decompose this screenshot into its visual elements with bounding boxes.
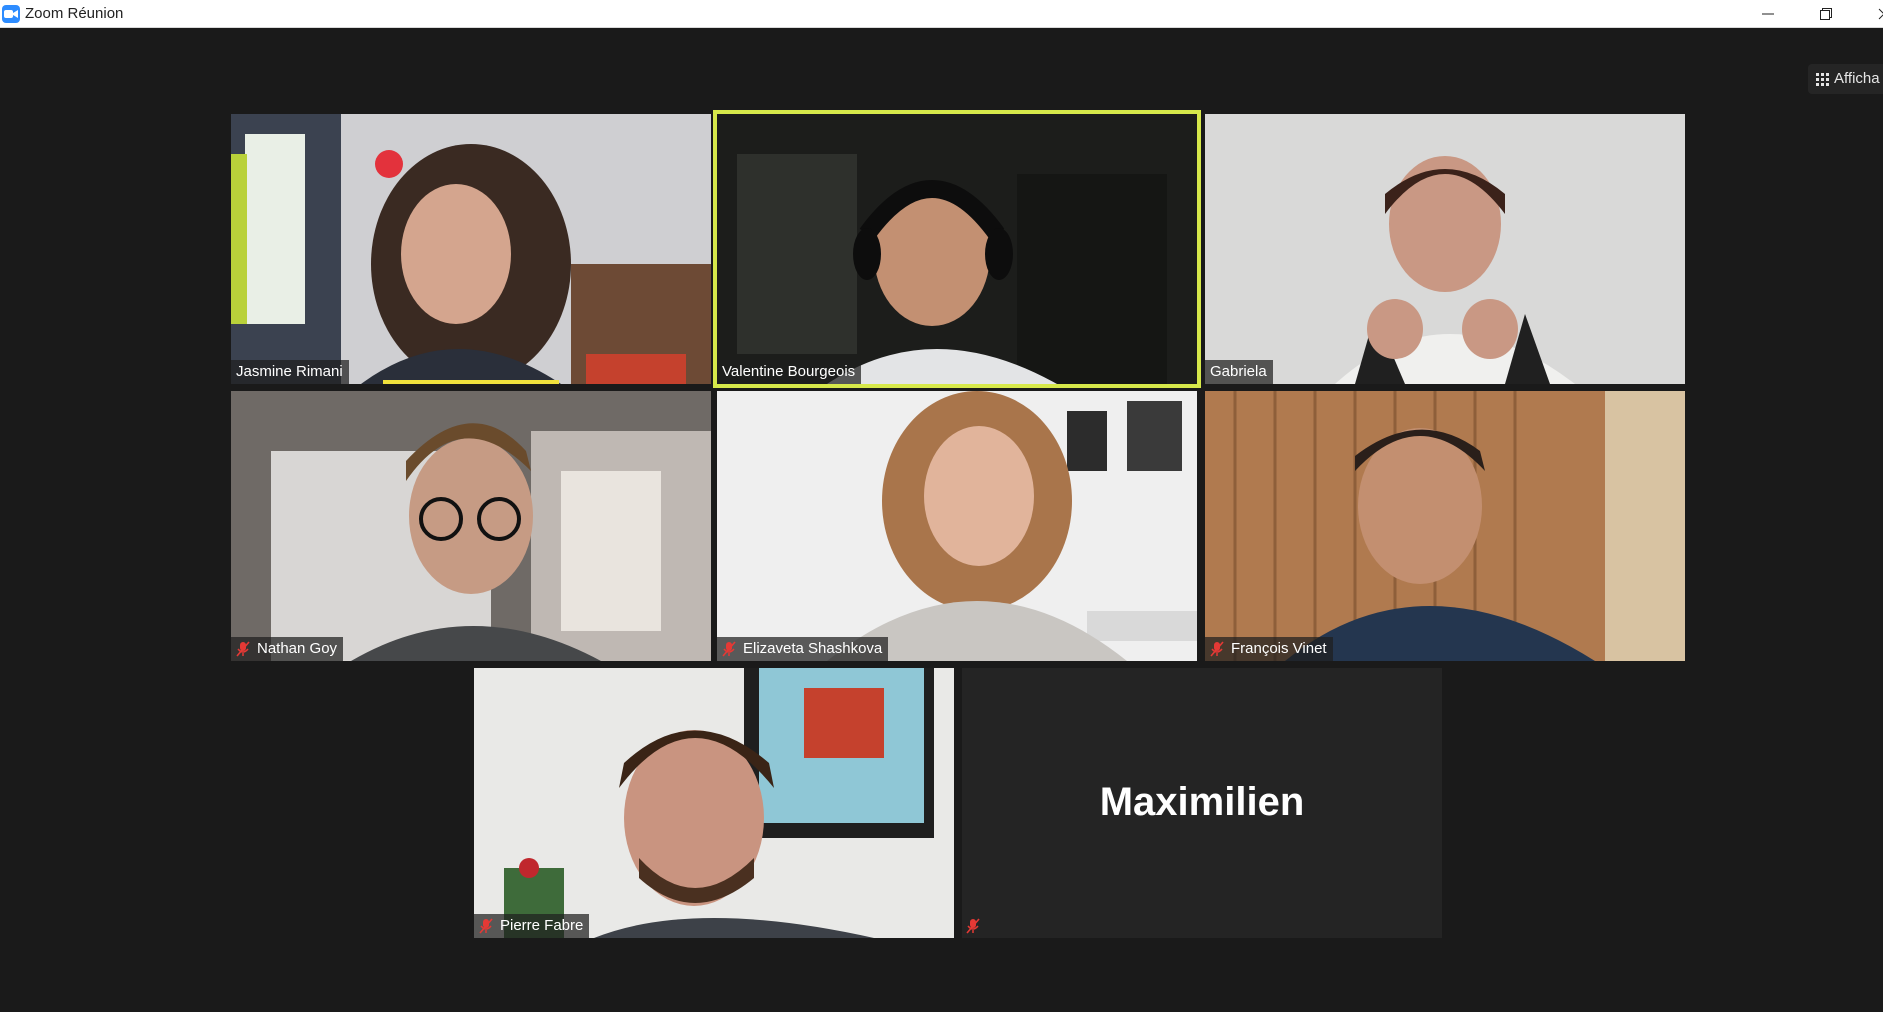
view-mode-label: Afficha bbox=[1834, 70, 1880, 87]
participant-name: Pierre Fabre bbox=[500, 917, 584, 934]
restore-button[interactable] bbox=[1803, 0, 1849, 28]
video-feed bbox=[231, 391, 711, 661]
video-gallery: Afficha Jasmine Rimani Valentine Bourgeo… bbox=[0, 28, 1883, 1012]
participant-name-label: Pierre Fabre bbox=[474, 914, 590, 938]
participant-tile-jasmine[interactable]: Jasmine Rimani bbox=[231, 114, 711, 384]
view-mode-button[interactable]: Afficha bbox=[1808, 64, 1883, 94]
video-feed bbox=[717, 391, 1197, 661]
participant-name-label: François Vinet bbox=[1205, 637, 1333, 661]
participant-tile-maximilien[interactable]: Maximilien bbox=[962, 668, 1442, 938]
participant-name: Gabriela bbox=[1210, 363, 1267, 380]
close-icon bbox=[1878, 8, 1883, 20]
participant-name-label: Jasmine Rimani bbox=[231, 360, 349, 384]
video-feed bbox=[717, 114, 1197, 384]
participant-tile-gabriela[interactable]: Gabriela bbox=[1205, 114, 1685, 384]
participant-name: François Vinet bbox=[1231, 640, 1327, 657]
participant-tile-nathan[interactable]: Nathan Goy bbox=[231, 391, 711, 661]
restore-icon bbox=[1820, 8, 1832, 20]
muted-microphone-icon bbox=[236, 641, 250, 657]
speaking-indicator bbox=[383, 380, 559, 384]
muted-microphone-icon bbox=[966, 918, 980, 934]
minimize-icon bbox=[1762, 13, 1774, 15]
minimize-button[interactable] bbox=[1745, 0, 1791, 28]
muted-microphone-icon bbox=[722, 641, 736, 657]
participant-name: Valentine Bourgeois bbox=[722, 363, 856, 380]
video-feed bbox=[1205, 114, 1685, 384]
window-titlebar: Zoom Réunion bbox=[0, 0, 1883, 28]
participant-name-label: Gabriela bbox=[1205, 360, 1273, 384]
muted-microphone-icon bbox=[479, 918, 493, 934]
participant-name-placeholder: Maximilien bbox=[1099, 780, 1305, 824]
participant-tile-valentine[interactable]: Valentine Bourgeois bbox=[713, 110, 1201, 388]
video-feed bbox=[231, 114, 711, 384]
window-title: Zoom Réunion bbox=[25, 5, 124, 22]
participant-tile-pierre[interactable]: Pierre Fabre bbox=[474, 668, 954, 938]
zoom-app-icon bbox=[2, 5, 20, 23]
participant-name-label: Valentine Bourgeois bbox=[717, 360, 862, 384]
participant-name: Elizaveta Shashkova bbox=[743, 640, 883, 657]
participant-name-label: Elizaveta Shashkova bbox=[717, 637, 889, 661]
participant-name-label: Nathan Goy bbox=[231, 637, 344, 661]
video-feed bbox=[1205, 391, 1685, 661]
participant-tile-francois[interactable]: François Vinet bbox=[1205, 391, 1685, 661]
video-feed bbox=[474, 668, 954, 938]
close-button[interactable] bbox=[1861, 0, 1883, 28]
participant-name: Nathan Goy bbox=[257, 640, 338, 657]
muted-microphone-icon bbox=[1210, 641, 1224, 657]
grid-icon bbox=[1816, 73, 1829, 86]
participant-name: Jasmine Rimani bbox=[236, 363, 343, 380]
participant-tile-elizaveta[interactable]: Elizaveta Shashkova bbox=[717, 391, 1197, 661]
